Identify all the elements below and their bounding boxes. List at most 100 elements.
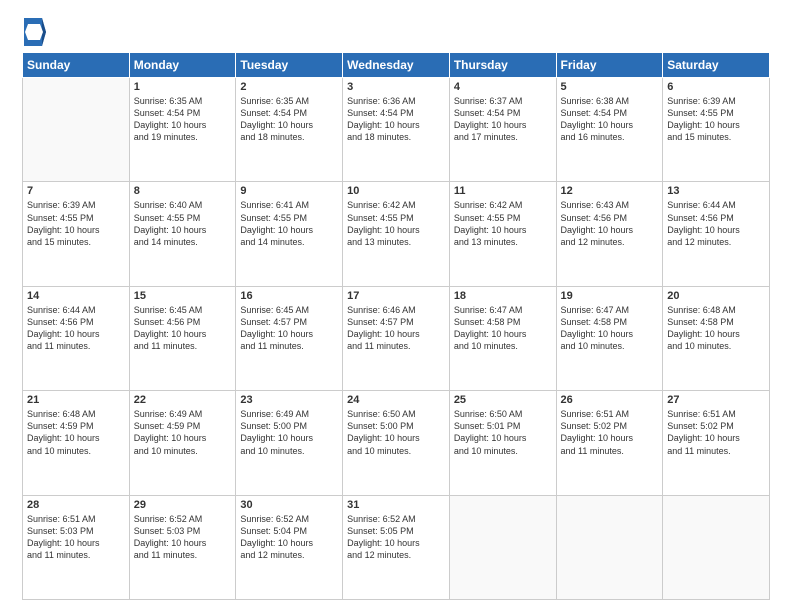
- calendar-day-cell: 2 Sunrise: 6:35 AM Sunset: 4:54 PM Daylig…: [236, 78, 343, 182]
- calendar-day-cell: 24Sunrise: 6:50 AM Sunset: 5:00 PM Dayli…: [343, 391, 450, 495]
- day-info: Sunrise: 6:35 AM Sunset: 4:54 PM Dayligh…: [134, 95, 232, 144]
- calendar-day-cell: 20 Sunrise: 6:48 AM Sunset: 4:58 PM Dayli…: [663, 286, 770, 390]
- weekday-header-cell: Friday: [556, 53, 663, 78]
- calendar-day-cell: 6 Sunrise: 6:39 AM Sunset: 4:55 PM Daylig…: [663, 78, 770, 182]
- calendar-day-cell: 11Sunrise: 6:42 AM Sunset: 4:55 PM Dayli…: [449, 182, 556, 286]
- day-number: 12: [561, 185, 659, 197]
- day-info: Sunrise: 6:47 AM Sunset: 4:58 PM Dayligh…: [561, 304, 659, 353]
- day-number: 20: [667, 290, 765, 302]
- day-number: 13: [667, 185, 765, 197]
- day-number: 2: [240, 81, 338, 93]
- calendar-week-row: 21 Sunrise: 6:48 AM Sunset: 4:59 PM Dayli…: [23, 391, 770, 495]
- day-number: 1: [134, 81, 232, 93]
- day-number: 15: [134, 290, 232, 302]
- calendar-week-row: 7 Sunrise: 6:39 AM Sunset: 4:55 PM Daylig…: [23, 182, 770, 286]
- calendar-week-row: 1 Sunrise: 6:35 AM Sunset: 4:54 PM Daylig…: [23, 78, 770, 182]
- day-info: Sunrise: 6:49 AM Sunset: 4:59 PM Dayligh…: [134, 408, 232, 457]
- calendar-day-cell: 10 Sunrise: 6:42 AM Sunset: 4:55 PM Dayli…: [343, 182, 450, 286]
- day-info: Sunrise: 6:52 AM Sunset: 5:05 PM Dayligh…: [347, 513, 445, 562]
- day-info: Sunrise: 6:39 AM Sunset: 4:55 PM Dayligh…: [667, 95, 765, 144]
- day-info: Sunrise: 6:36 AM Sunset: 4:54 PM Dayligh…: [347, 95, 445, 144]
- day-info: Sunrise: 6:51 AM Sunset: 5:02 PM Dayligh…: [561, 408, 659, 457]
- calendar-day-cell: 23 Sunrise: 6:49 AM Sunset: 5:00 PM Dayli…: [236, 391, 343, 495]
- day-number: 9: [240, 185, 338, 197]
- day-number: 8: [134, 185, 232, 197]
- calendar-day-cell: 4Sunrise: 6:37 AM Sunset: 4:54 PM Daylig…: [449, 78, 556, 182]
- calendar-day-cell: 17 Sunrise: 6:46 AM Sunset: 4:57 PM Dayli…: [343, 286, 450, 390]
- calendar-day-cell: 13Sunrise: 6:44 AM Sunset: 4:56 PM Dayli…: [663, 182, 770, 286]
- calendar-day-cell: 19 Sunrise: 6:47 AM Sunset: 4:58 PM Dayli…: [556, 286, 663, 390]
- weekday-header-cell: Thursday: [449, 53, 556, 78]
- weekday-header-cell: Tuesday: [236, 53, 343, 78]
- day-info: Sunrise: 6:49 AM Sunset: 5:00 PM Dayligh…: [240, 408, 338, 457]
- day-info: Sunrise: 6:48 AM Sunset: 4:58 PM Dayligh…: [667, 304, 765, 353]
- day-number: 10: [347, 185, 445, 197]
- day-info: Sunrise: 6:46 AM Sunset: 4:57 PM Dayligh…: [347, 304, 445, 353]
- calendar-day-cell: 28 Sunrise: 6:51 AM Sunset: 5:03 PM Dayli…: [23, 495, 130, 599]
- day-number: 6: [667, 81, 765, 93]
- calendar-day-cell: 30 Sunrise: 6:52 AM Sunset: 5:04 PM Dayli…: [236, 495, 343, 599]
- weekday-header-cell: Saturday: [663, 53, 770, 78]
- calendar-day-cell: [23, 78, 130, 182]
- day-number: 7: [27, 185, 125, 197]
- day-number: 16: [240, 290, 338, 302]
- calendar-table: SundayMondayTuesdayWednesdayThursdayFrid…: [22, 52, 770, 600]
- calendar-day-cell: 9Sunrise: 6:41 AM Sunset: 4:55 PM Daylig…: [236, 182, 343, 286]
- day-number: 19: [561, 290, 659, 302]
- day-info: Sunrise: 6:35 AM Sunset: 4:54 PM Dayligh…: [240, 95, 338, 144]
- calendar-day-cell: [556, 495, 663, 599]
- day-number: 14: [27, 290, 125, 302]
- day-info: Sunrise: 6:38 AM Sunset: 4:54 PM Dayligh…: [561, 95, 659, 144]
- calendar-day-cell: 14 Sunrise: 6:44 AM Sunset: 4:56 PM Dayli…: [23, 286, 130, 390]
- day-number: 25: [454, 394, 552, 406]
- day-info: Sunrise: 6:52 AM Sunset: 5:04 PM Dayligh…: [240, 513, 338, 562]
- weekday-header-cell: Monday: [129, 53, 236, 78]
- day-info: Sunrise: 6:39 AM Sunset: 4:55 PM Dayligh…: [27, 199, 125, 248]
- logo-icon: [24, 18, 46, 46]
- day-info: Sunrise: 6:50 AM Sunset: 5:01 PM Dayligh…: [454, 408, 552, 457]
- calendar-day-cell: [449, 495, 556, 599]
- day-info: Sunrise: 6:42 AM Sunset: 4:55 PM Dayligh…: [347, 199, 445, 248]
- calendar-week-row: 28 Sunrise: 6:51 AM Sunset: 5:03 PM Dayli…: [23, 495, 770, 599]
- calendar-day-cell: 27Sunrise: 6:51 AM Sunset: 5:02 PM Dayli…: [663, 391, 770, 495]
- day-info: Sunrise: 6:51 AM Sunset: 5:03 PM Dayligh…: [27, 513, 125, 562]
- day-number: 5: [561, 81, 659, 93]
- day-number: 18: [454, 290, 552, 302]
- calendar-day-cell: 31 Sunrise: 6:52 AM Sunset: 5:05 PM Dayli…: [343, 495, 450, 599]
- calendar-day-cell: 16 Sunrise: 6:45 AM Sunset: 4:57 PM Dayli…: [236, 286, 343, 390]
- page: SundayMondayTuesdayWednesdayThursdayFrid…: [0, 0, 792, 612]
- day-info: Sunrise: 6:44 AM Sunset: 4:56 PM Dayligh…: [27, 304, 125, 353]
- day-info: Sunrise: 6:52 AM Sunset: 5:03 PM Dayligh…: [134, 513, 232, 562]
- weekday-header-cell: Sunday: [23, 53, 130, 78]
- calendar-day-cell: 26 Sunrise: 6:51 AM Sunset: 5:02 PM Dayli…: [556, 391, 663, 495]
- day-info: Sunrise: 6:51 AM Sunset: 5:02 PM Dayligh…: [667, 408, 765, 457]
- calendar-day-cell: 5 Sunrise: 6:38 AM Sunset: 4:54 PM Daylig…: [556, 78, 663, 182]
- day-info: Sunrise: 6:45 AM Sunset: 4:57 PM Dayligh…: [240, 304, 338, 353]
- calendar-day-cell: 21 Sunrise: 6:48 AM Sunset: 4:59 PM Dayli…: [23, 391, 130, 495]
- day-number: 28: [27, 499, 125, 511]
- day-info: Sunrise: 6:45 AM Sunset: 4:56 PM Dayligh…: [134, 304, 232, 353]
- day-number: 3: [347, 81, 445, 93]
- calendar-body: 1 Sunrise: 6:35 AM Sunset: 4:54 PM Daylig…: [23, 78, 770, 600]
- day-number: 23: [240, 394, 338, 406]
- day-number: 21: [27, 394, 125, 406]
- weekday-header-row: SundayMondayTuesdayWednesdayThursdayFrid…: [23, 53, 770, 78]
- calendar-day-cell: [663, 495, 770, 599]
- day-number: 4: [454, 81, 552, 93]
- calendar-day-cell: 29Sunrise: 6:52 AM Sunset: 5:03 PM Dayli…: [129, 495, 236, 599]
- calendar-day-cell: 22 Sunrise: 6:49 AM Sunset: 4:59 PM Dayli…: [129, 391, 236, 495]
- day-number: 31: [347, 499, 445, 511]
- calendar-day-cell: 1 Sunrise: 6:35 AM Sunset: 4:54 PM Daylig…: [129, 78, 236, 182]
- day-info: Sunrise: 6:47 AM Sunset: 4:58 PM Dayligh…: [454, 304, 552, 353]
- day-number: 30: [240, 499, 338, 511]
- day-number: 26: [561, 394, 659, 406]
- calendar-day-cell: 25 Sunrise: 6:50 AM Sunset: 5:01 PM Dayli…: [449, 391, 556, 495]
- day-info: Sunrise: 6:48 AM Sunset: 4:59 PM Dayligh…: [27, 408, 125, 457]
- day-number: 17: [347, 290, 445, 302]
- calendar-day-cell: 8Sunrise: 6:40 AM Sunset: 4:55 PM Daylig…: [129, 182, 236, 286]
- calendar-week-row: 14 Sunrise: 6:44 AM Sunset: 4:56 PM Dayli…: [23, 286, 770, 390]
- day-number: 22: [134, 394, 232, 406]
- logo: [22, 18, 46, 46]
- calendar-day-cell: 18 Sunrise: 6:47 AM Sunset: 4:58 PM Dayli…: [449, 286, 556, 390]
- calendar-day-cell: 7 Sunrise: 6:39 AM Sunset: 4:55 PM Daylig…: [23, 182, 130, 286]
